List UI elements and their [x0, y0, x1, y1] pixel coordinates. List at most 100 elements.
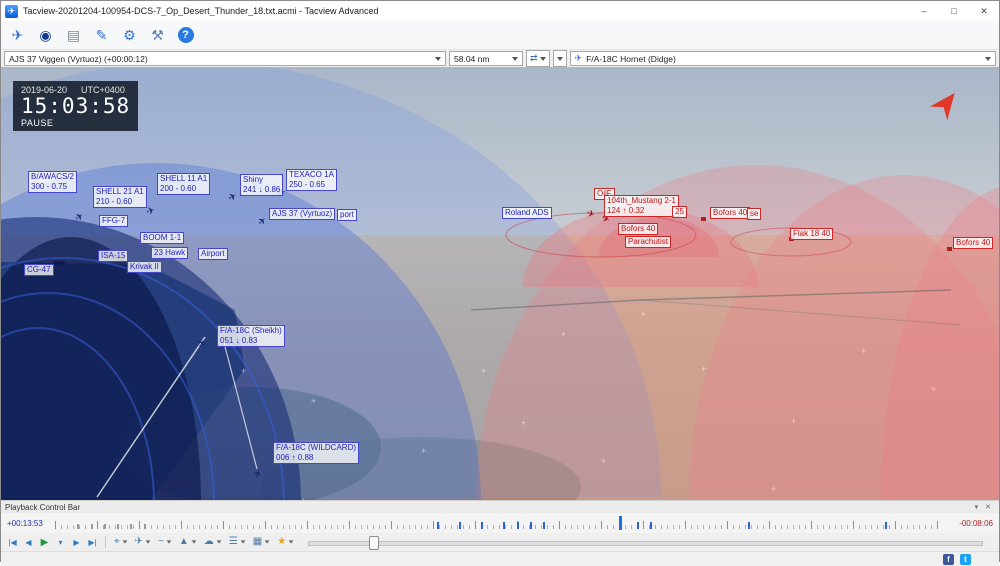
labels-layer: B/AWACS/2 300 - 0.75 SHELL 21 A1 210 - 0.60…: [1, 67, 999, 500]
facebook-icon[interactable]: f: [943, 553, 954, 565]
flight-recorder-button[interactable]: ✈: [5, 23, 30, 47]
grid-cross: +: [601, 456, 607, 466]
object-label[interactable]: TEXACO 1A 250 - 0.65: [286, 169, 337, 191]
chevron-down-icon: [539, 56, 546, 61]
titlebar: ✈ Tacview-20201204-100954-DCS-7_Op_Deser…: [1, 1, 999, 21]
aircraft-icon[interactable]: ✈: [73, 211, 86, 225]
jump-to-end-button[interactable]: ▶|: [85, 535, 100, 550]
slider-handle[interactable]: [368, 536, 379, 550]
object-label[interactable]: SHELL 21 A1 210 - 0.60: [93, 186, 147, 208]
online-button[interactable]: ◉: [33, 23, 58, 47]
object-label[interactable]: 25: [672, 206, 687, 218]
play-button[interactable]: ▶: [37, 535, 52, 550]
aircraft-icon[interactable]: ✈: [145, 205, 157, 218]
distance-select[interactable]: 58.04 nm: [449, 51, 523, 66]
timeline-cursor[interactable]: [618, 516, 622, 530]
online-icon: ◉: [39, 26, 52, 43]
object-label[interactable]: Flak 18 40: [790, 228, 834, 240]
object-label[interactable]: B/AWACS/2 300 - 0.75: [28, 171, 77, 193]
layers-options-button[interactable]: ☰: [226, 535, 249, 550]
panel-close-icon[interactable]: ✕: [985, 503, 991, 511]
speed-slider[interactable]: [308, 536, 983, 550]
advanced-tools-button[interactable]: ⚒: [145, 23, 170, 47]
aircraft-icon[interactable]: ✈: [256, 215, 270, 229]
panel-menu-icon[interactable]: ▾: [975, 503, 979, 511]
twitter-icon[interactable]: t: [960, 553, 971, 565]
object-label[interactable]: FFG-7: [99, 215, 129, 227]
object-label[interactable]: AJS 37 (Vyrtuoz): [269, 208, 336, 220]
help-button[interactable]: ?: [173, 23, 198, 47]
aircraft-icon[interactable]: ✈: [252, 468, 265, 480]
windows-options-button[interactable]: ▦: [250, 535, 273, 550]
timeline-track[interactable]: [55, 515, 943, 531]
object-label[interactable]: Bofors 40: [618, 223, 659, 235]
object-label[interactable]: Krivak II: [127, 261, 162, 273]
timeline-event-marker: [516, 522, 519, 529]
trails-options-icon: ~: [158, 536, 164, 547]
object-label[interactable]: SHELL 11 A1 200 - 0.60: [157, 173, 211, 195]
aircraft-icon[interactable]: ✈: [227, 191, 240, 205]
camera-options-icon: ⌖: [114, 536, 120, 547]
object-label[interactable]: Airport: [198, 248, 228, 260]
transport-controls: |◀ ◀ ▶ ▾ ▶ ▶|: [5, 535, 100, 550]
object-label[interactable]: se: [747, 208, 762, 220]
object-label[interactable]: Parachutist: [625, 236, 672, 248]
vehicle-icon[interactable]: [947, 247, 952, 251]
grid-cross: +: [301, 497, 306, 501]
grid-cross: +: [931, 384, 937, 394]
object-label[interactable]: Roland ADS: [502, 207, 552, 219]
object-label[interactable]: Shiny 241 ↓ 0.86: [240, 174, 284, 196]
object-label[interactable]: CG-47: [24, 264, 54, 276]
timeline-event-marker: [885, 522, 888, 529]
secondary-object-select[interactable]: ✈ F/A-18C Hornet (Didge): [569, 51, 996, 66]
primary-object-value: AJS 37 Viggen (Vyrtuoz) (+00:00:12): [9, 53, 148, 64]
selection-bar: AJS 37 Viggen (Vyrtuoz) (+00:00:12) 58.0…: [1, 50, 999, 67]
object-view-options-button[interactable]: ✈: [132, 535, 154, 550]
chevron-down-icon: [264, 540, 270, 544]
grid-cross: +: [561, 329, 567, 339]
jump-to-beginning-button[interactable]: |◀: [5, 535, 20, 550]
app-window: ✈ Tacview-20201204-100954-DCS-7_Op_Deser…: [0, 0, 1000, 566]
flight-log-button[interactable]: ▤: [61, 23, 86, 47]
object-label[interactable]: F/A-18C (Sheikh) 051 ↓ 0.83: [217, 325, 285, 347]
weather-options-icon: ☁: [203, 536, 214, 547]
world-view[interactable]: B/AWACS/2 300 - 0.75 SHELL 21 A1 210 - 0.60…: [1, 67, 999, 500]
object-link-button[interactable]: [552, 50, 567, 67]
vehicle-icon[interactable]: [701, 217, 706, 221]
compass-arrow-icon[interactable]: [929, 87, 963, 121]
playback-panel-header: Playback Control Bar ▾ ✕: [1, 500, 999, 513]
object-label[interactable]: Bofors 40: [953, 237, 994, 249]
chevron-down-icon: [985, 56, 991, 61]
object-label[interactable]: port: [337, 209, 357, 221]
primary-object-select[interactable]: AJS 37 Viggen (Vyrtuoz) (+00:00:12): [4, 51, 446, 66]
object-label[interactable]: Bofors 40: [710, 207, 751, 219]
aircraft-icon[interactable]: ✈: [196, 337, 210, 350]
chevron-down-icon: [435, 56, 441, 61]
grid-cross: +: [521, 418, 527, 428]
object-label[interactable]: BOOM 1-1: [140, 232, 185, 244]
minimize-button[interactable]: –: [909, 1, 939, 21]
terrain-options-button[interactable]: ▲: [176, 535, 200, 550]
swap-icon: ⇄: [530, 53, 538, 63]
trails-options-button[interactable]: ~: [155, 535, 175, 550]
object-label[interactable]: 23 Hawk: [151, 247, 189, 259]
maximize-button[interactable]: □: [939, 1, 969, 21]
weather-options-button[interactable]: ☁: [201, 535, 225, 550]
object-label[interactable]: 104th_Mustang 2-1 124 ↑ 0.32: [604, 195, 679, 217]
distance-options-button[interactable]: ⇄: [526, 50, 550, 67]
object-label[interactable]: ISA-15: [98, 250, 129, 262]
close-button[interactable]: ✕: [969, 1, 999, 21]
settings-button[interactable]: ⚙: [117, 23, 142, 47]
play-options-button[interactable]: ▾: [53, 535, 68, 550]
step-backward-button[interactable]: ◀: [21, 535, 36, 550]
grid-cross: +: [791, 416, 797, 426]
telemetry-editor-button[interactable]: ✎: [89, 23, 114, 47]
timeline-event-marker: [436, 522, 439, 529]
terrain-options-icon: ▲: [178, 536, 189, 547]
object-label[interactable]: F/A-18C (WILDCARD) 006 ↑ 0.88: [273, 442, 360, 464]
camera-options-button[interactable]: ⌖: [111, 535, 131, 550]
aircraft-icon[interactable]: ✈: [585, 208, 597, 221]
ship-icon[interactable]: [53, 261, 65, 265]
step-forward-button[interactable]: ▶: [69, 535, 84, 550]
favorites-button[interactable]: ★: [274, 535, 297, 550]
